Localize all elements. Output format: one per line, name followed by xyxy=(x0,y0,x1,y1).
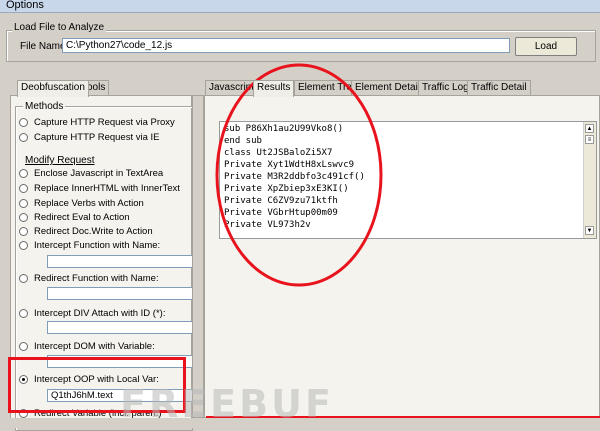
load-file-group-label: Load File to Analyze xyxy=(12,22,107,33)
radio-intercept-dom[interactable] xyxy=(19,342,28,351)
option-replace-verbs[interactable]: Replace Verbs with Action xyxy=(19,197,144,210)
option-label: Replace InnerHTML with InnerText xyxy=(34,183,180,194)
option-intercept-dom[interactable]: Intercept DOM with Variable: xyxy=(19,340,155,353)
left-panel-scrollbar[interactable] xyxy=(192,95,204,418)
window-titlebar: Options xyxy=(0,0,600,13)
option-label: Capture HTTP Request via IE xyxy=(34,132,160,143)
file-name-field[interactable]: C:\Python27\code_12.js xyxy=(62,38,510,53)
window-title: Options xyxy=(6,0,44,11)
results-line: Private C6ZV9zu71ktfh xyxy=(224,196,338,206)
radio-enclose-textarea[interactable] xyxy=(19,169,28,178)
radio-intercept-div[interactable] xyxy=(19,309,28,318)
load-button[interactable]: Load xyxy=(515,37,577,56)
scroll-down-icon[interactable]: ▼ xyxy=(585,226,594,235)
radio-intercept-function[interactable] xyxy=(19,241,28,250)
tab-traffic-detail[interactable]: Traffic Detail xyxy=(467,80,531,95)
tab-traffic-log[interactable]: Traffic Log xyxy=(418,80,473,95)
radio-replace-verbs[interactable] xyxy=(19,199,28,208)
tab-deobfuscation[interactable]: Deobfuscation xyxy=(17,80,89,97)
option-label: Replace Verbs with Action xyxy=(34,198,144,209)
option-enclose-textarea[interactable]: Enclose Javascript in TextArea xyxy=(19,167,163,180)
option-redirect-eval[interactable]: Redirect Eval to Action xyxy=(19,211,130,224)
option-label: Capture HTTP Request via Proxy xyxy=(34,117,175,128)
option-intercept-function[interactable]: Intercept Function with Name: xyxy=(19,239,160,252)
modify-request-label: Modify Request xyxy=(25,155,95,166)
intercept-div-input[interactable] xyxy=(47,321,197,334)
results-textarea[interactable]: sub P86Xh1au2U99Vko8() end sub class Ut2… xyxy=(219,121,597,239)
radio-capture-ie[interactable] xyxy=(19,133,28,142)
option-label: Enclose Javascript in TextArea xyxy=(34,168,164,179)
results-line: Private VGbrHtup00m09 xyxy=(224,208,338,218)
option-replace-innerhtml[interactable]: Replace InnerHTML with InnerText xyxy=(19,182,180,195)
results-line: class Ut2JSBaloZi5X7 xyxy=(224,148,333,158)
redirect-function-input[interactable] xyxy=(47,287,197,300)
results-line: end sub xyxy=(224,136,262,146)
option-redirect-docwrite[interactable]: Redirect Doc.Write to Action xyxy=(19,225,153,238)
radio-redirect-function[interactable] xyxy=(19,274,28,283)
radio-redirect-docwrite[interactable] xyxy=(19,227,28,236)
tab-javascript[interactable]: Javascript xyxy=(205,80,259,95)
watermark-logo: FREEBUF xyxy=(120,382,334,426)
option-intercept-div[interactable]: Intercept DIV Attach with ID (*): xyxy=(19,307,165,320)
results-scrollbar[interactable]: ▲ ≡ ▼ xyxy=(583,122,596,238)
option-label: Intercept DOM with Variable: xyxy=(34,341,155,352)
scroll-up-icon[interactable]: ▲ xyxy=(585,124,594,133)
results-line: Private VL973h2v xyxy=(224,220,311,230)
tab-results[interactable]: Results xyxy=(253,80,295,97)
option-label: Intercept DIV Attach with ID (*): xyxy=(34,308,166,319)
methods-group-label: Methods xyxy=(23,101,66,112)
option-label: Redirect Eval to Action xyxy=(34,212,130,223)
radio-redirect-eval[interactable] xyxy=(19,213,28,222)
results-line: sub P86Xh1au2U99Vko8() xyxy=(224,124,344,134)
option-label: Intercept Function with Name: xyxy=(34,240,161,251)
results-line: Private M3R2ddbfo3c491cf() xyxy=(224,172,365,182)
results-panel: sub P86Xh1au2U99Vko8() end sub class Ut2… xyxy=(204,95,600,418)
option-capture-proxy[interactable]: Capture HTTP Request via Proxy xyxy=(19,116,175,129)
results-line: Private Xyt1WdtH8xLswvc9 xyxy=(224,160,355,170)
option-capture-ie[interactable]: Capture HTTP Request via IE xyxy=(19,131,160,144)
scroll-thumb[interactable]: ≡ xyxy=(585,135,594,144)
results-line: Private XpZbiep3xE3KI() xyxy=(224,184,349,194)
option-redirect-function[interactable]: Redirect Function with Name: xyxy=(19,272,159,285)
option-label: Redirect Doc.Write to Action xyxy=(34,226,153,237)
tab-element-detail[interactable]: Element Detail xyxy=(351,80,425,95)
intercept-function-input[interactable] xyxy=(47,255,197,268)
radio-replace-innerhtml[interactable] xyxy=(19,184,28,193)
option-label: Redirect Function with Name: xyxy=(34,273,159,284)
radio-capture-proxy[interactable] xyxy=(19,118,28,127)
